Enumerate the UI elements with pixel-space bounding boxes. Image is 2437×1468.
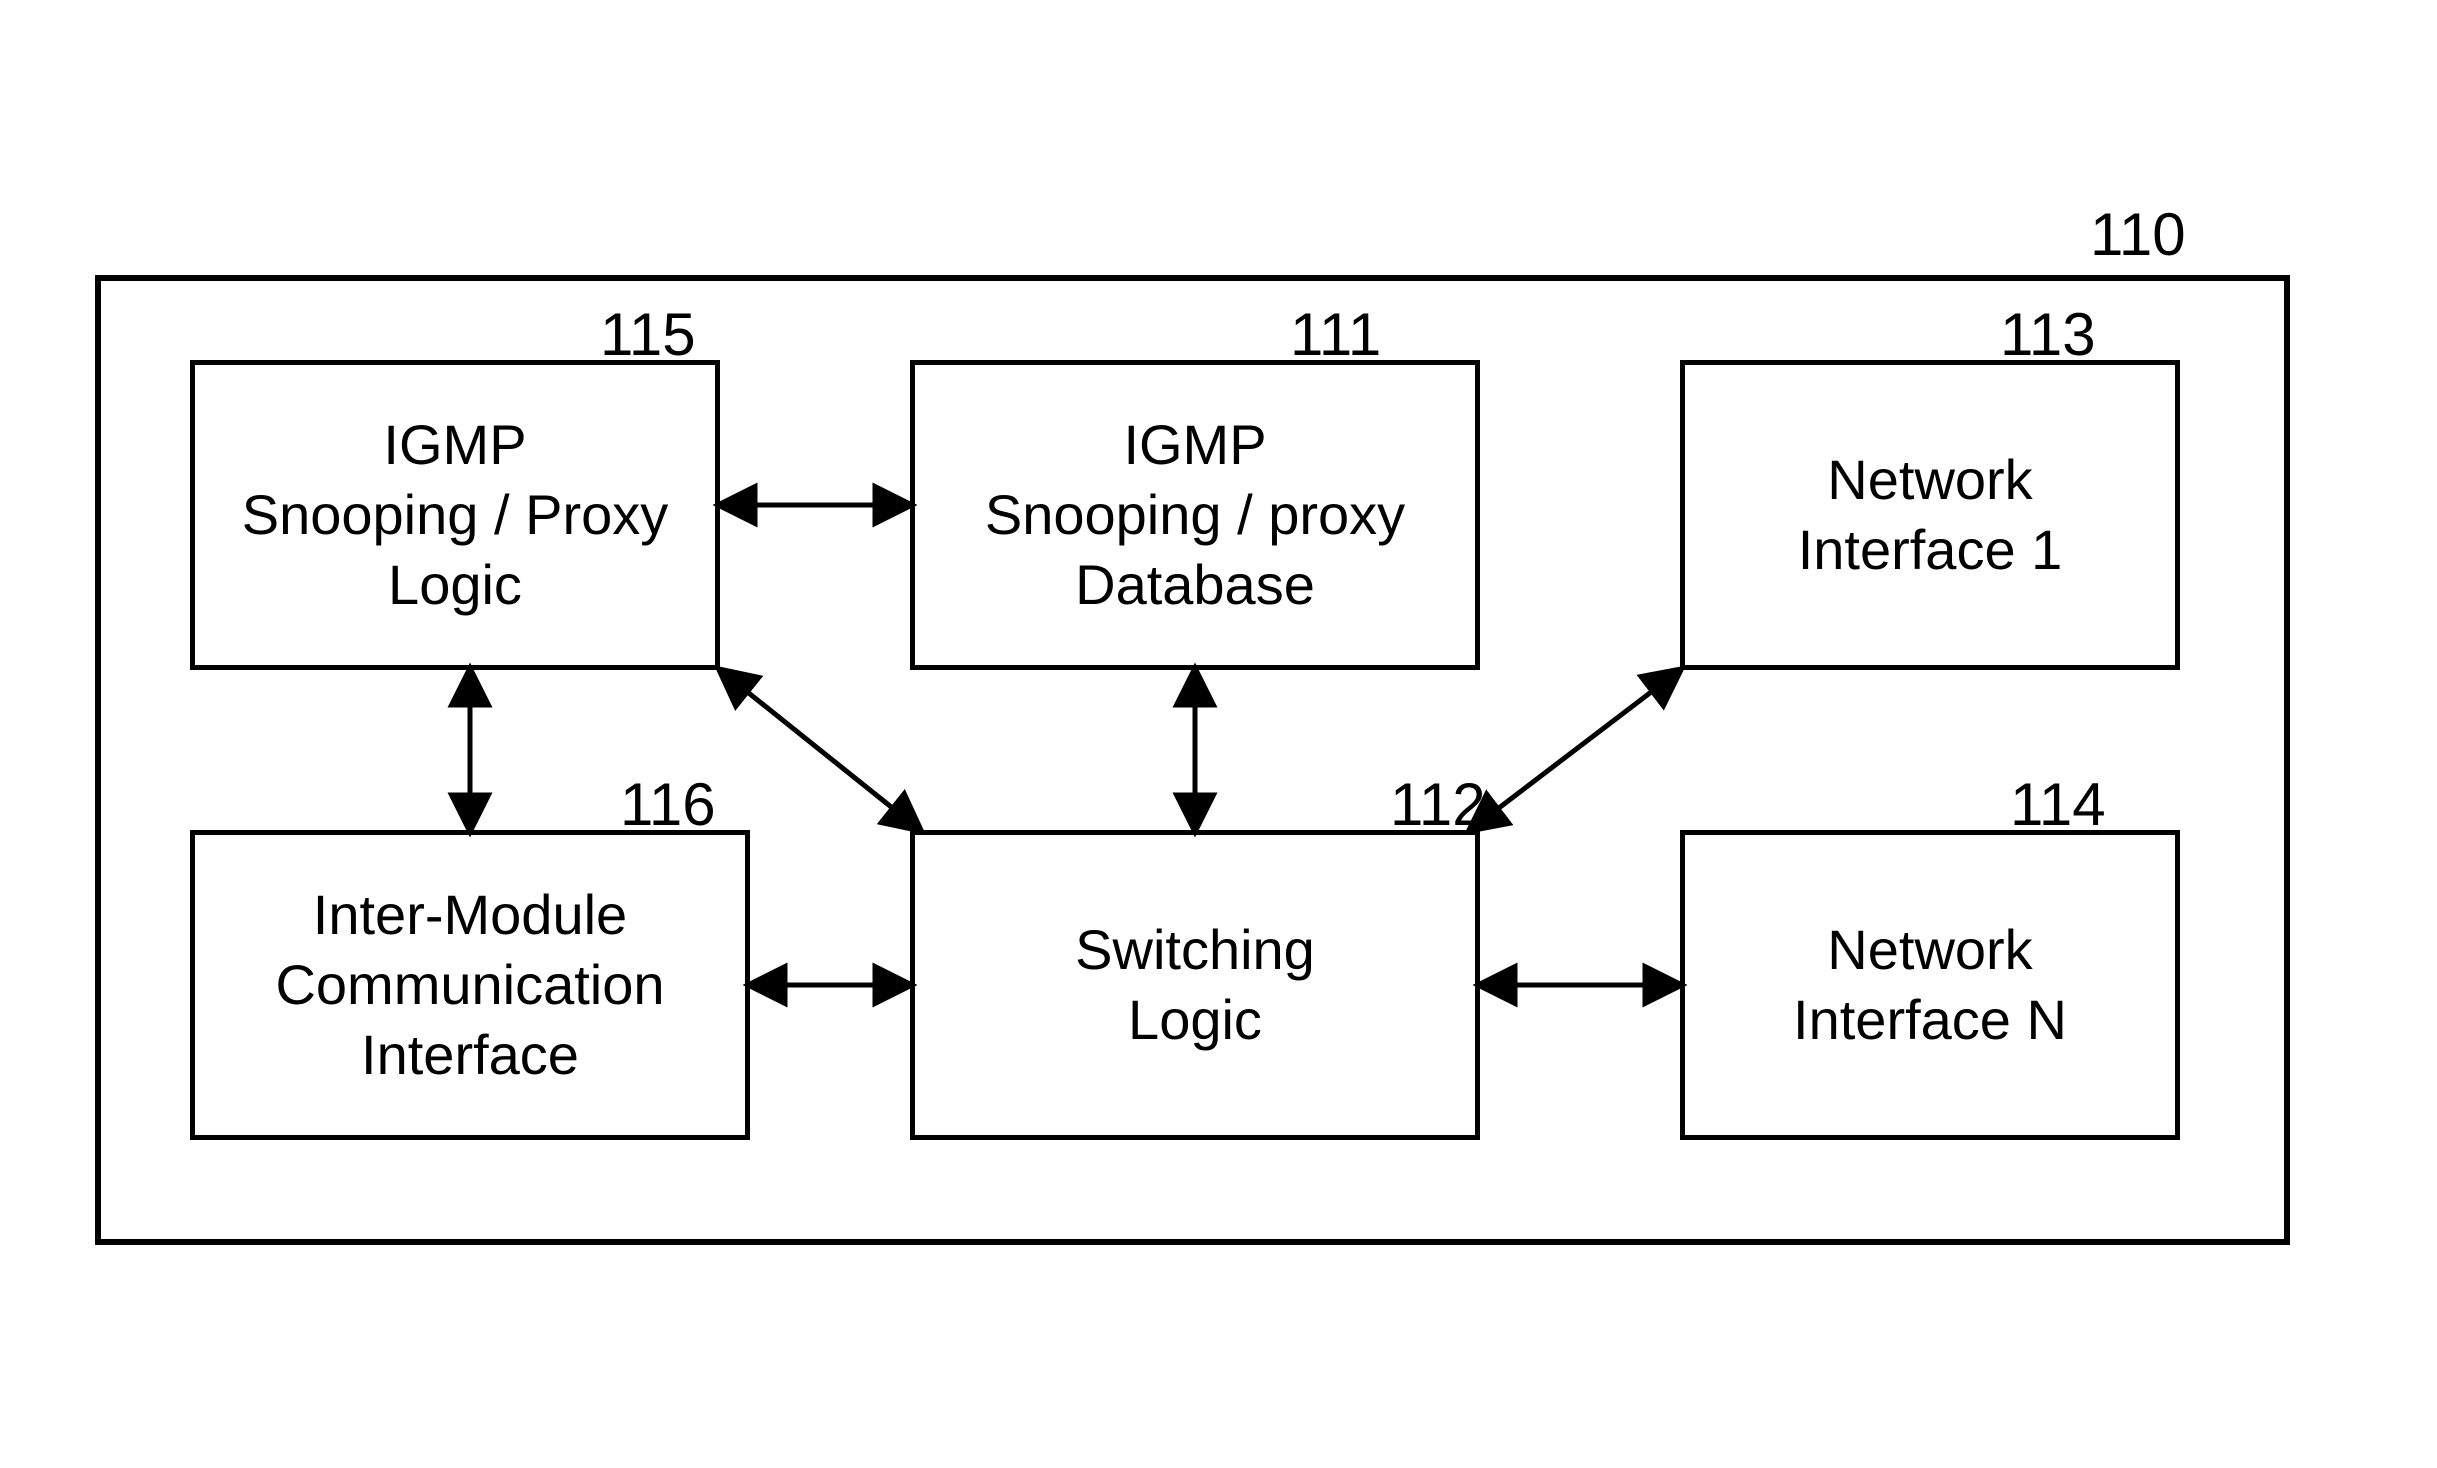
- diagram-canvas: 110 IGMP Snooping / Proxy Logic 115 IGMP…: [0, 0, 2437, 1468]
- box-igmp-db: IGMP Snooping / proxy Database: [910, 360, 1480, 670]
- box-net-if-n: Network Interface N: [1680, 830, 2180, 1140]
- outer-ref: 110: [2090, 200, 2186, 269]
- ref-inter-module: 116: [620, 770, 716, 839]
- box-net-if-1: Network Interface 1: [1680, 360, 2180, 670]
- ref-net-if-1: 113: [2000, 300, 2096, 369]
- ref-igmp-db: 111: [1290, 300, 1381, 369]
- ref-net-if-n: 114: [2010, 770, 2106, 839]
- box-igmp-logic: IGMP Snooping / Proxy Logic: [190, 360, 720, 670]
- box-inter-module: Inter-Module Communication Interface: [190, 830, 750, 1140]
- ref-switching: 112: [1390, 770, 1486, 839]
- ref-igmp-logic: 115: [600, 300, 696, 369]
- box-switching: Switching Logic: [910, 830, 1480, 1140]
